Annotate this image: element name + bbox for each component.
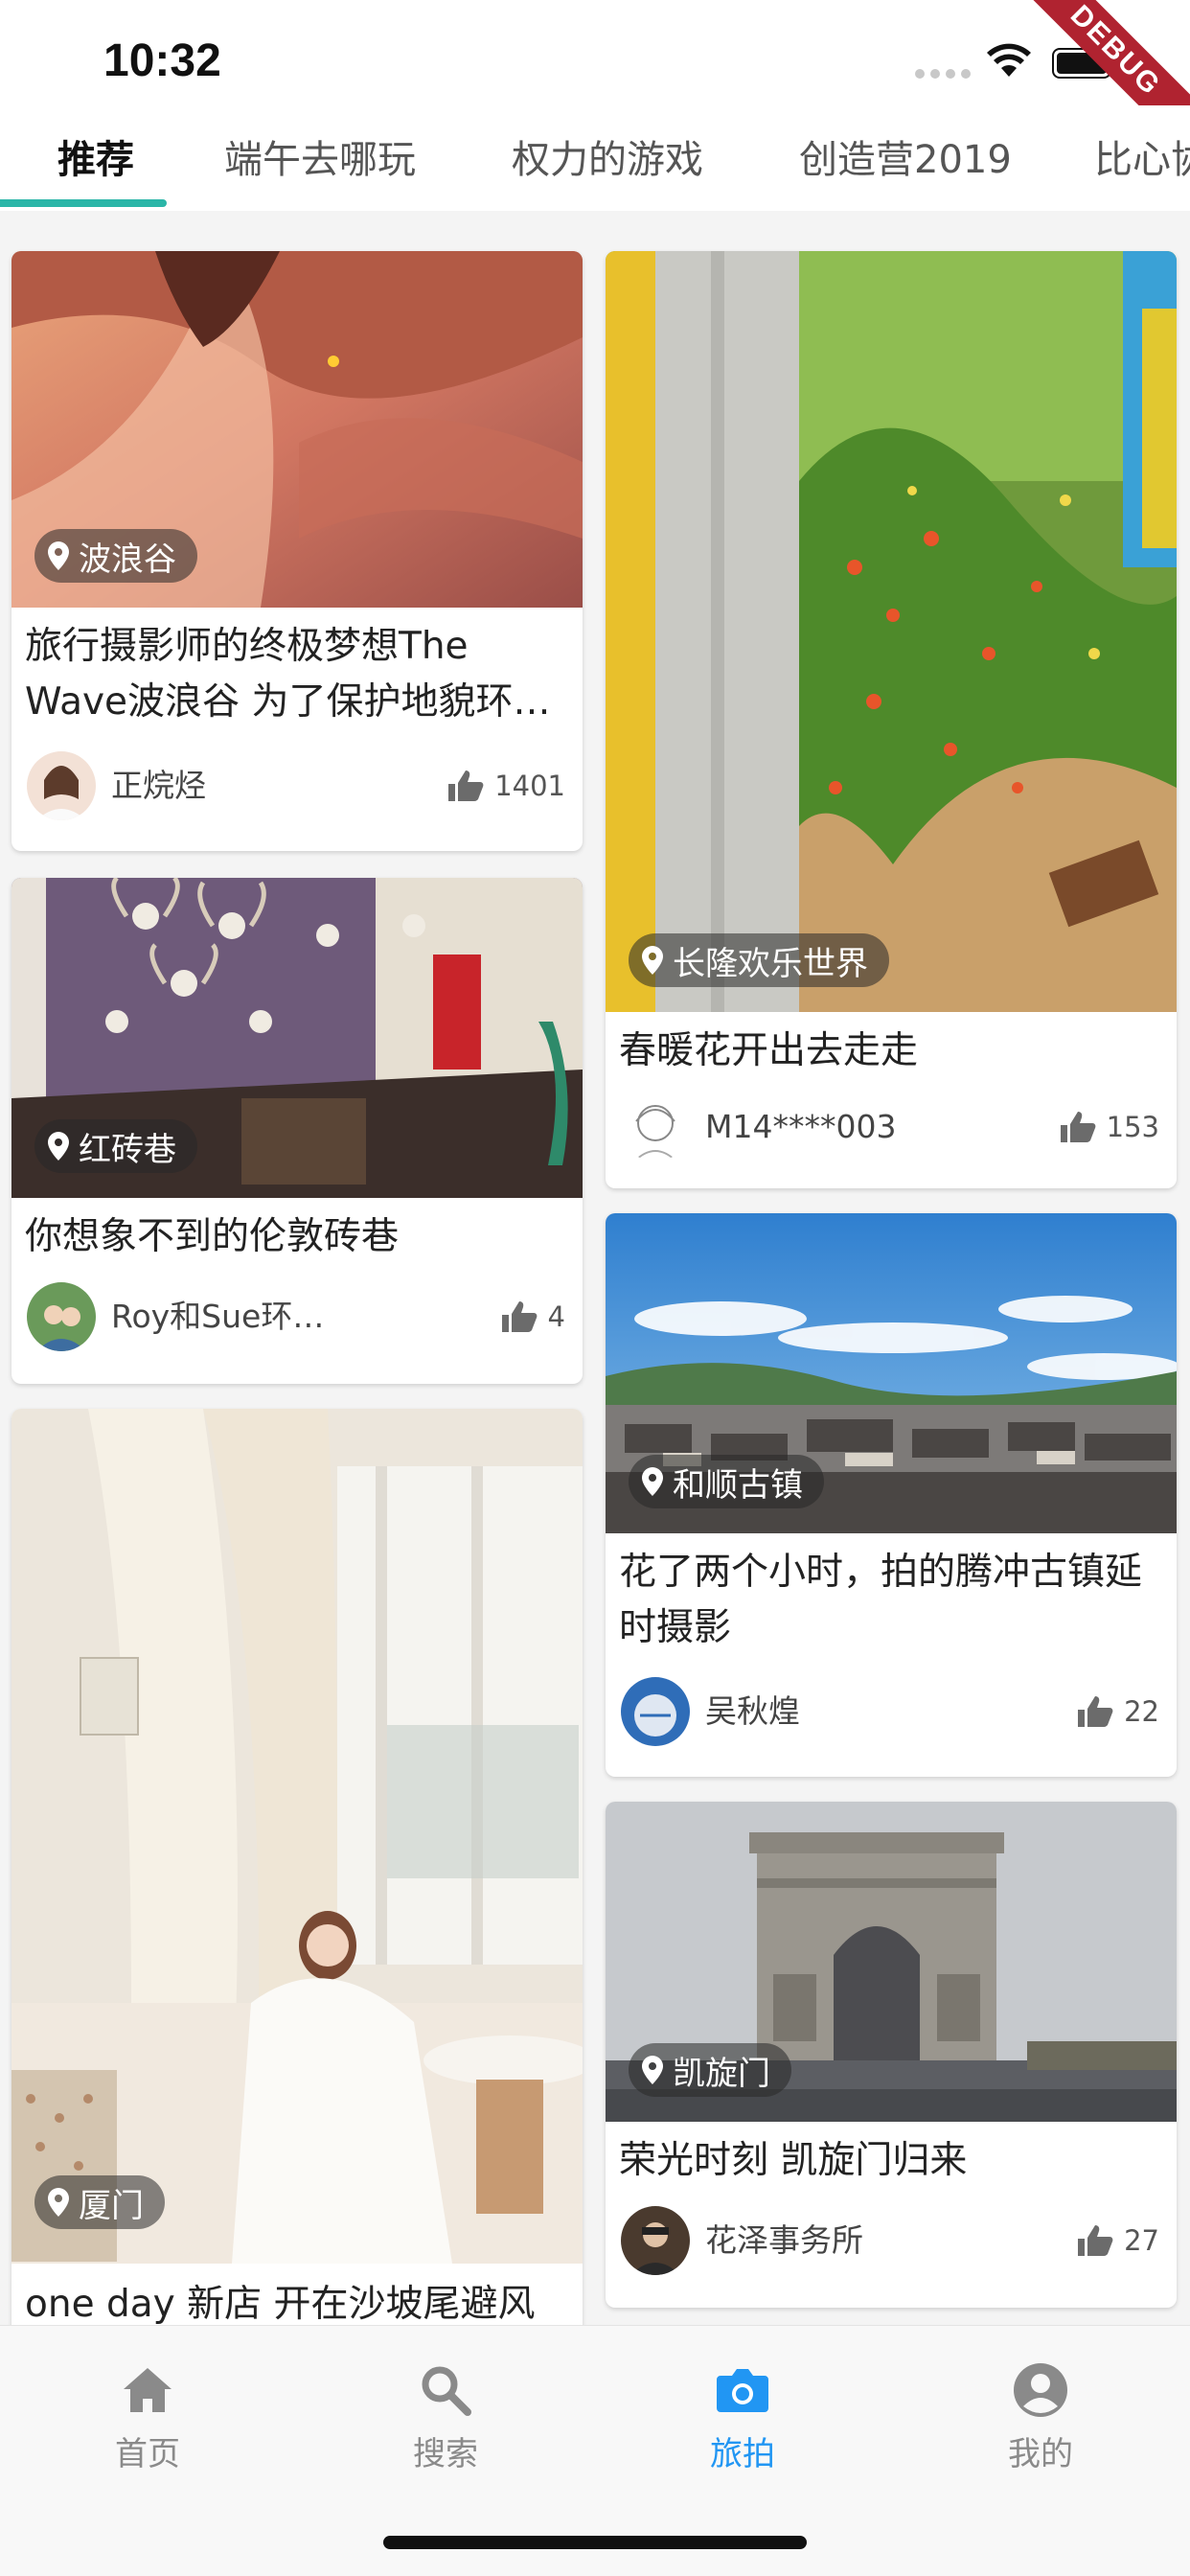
feed-card[interactable]: 和顺古镇 花了两个小时，拍的腾冲古镇延时摄影 吴秋煌 22 <box>606 1213 1177 1777</box>
card-title: 你想象不到的伦敦砖巷 <box>25 1215 400 1258</box>
author-name: 正烷烃 <box>111 767 206 804</box>
author-name: 吴秋煌 <box>705 1692 800 1730</box>
location-label: 长隆欢乐世界 <box>673 944 868 983</box>
location-pin-icon <box>642 946 663 975</box>
location-pin-icon <box>48 2188 69 2217</box>
like-count-label: 1401 <box>494 770 565 802</box>
nav-profile-label: 我的 <box>1008 2435 1073 2473</box>
feed-card[interactable]: 红砖巷 你想象不到的伦敦砖巷 Roy和Sue环… 4 <box>11 878 583 1384</box>
nav-profile[interactable]: 我的 <box>945 2360 1136 2474</box>
location-pin-icon <box>642 1467 663 1496</box>
card-title: 旅行摄影师的终极梦想The Wave波浪谷 为了保护地貌环… <box>25 625 551 724</box>
location-pin-icon <box>642 2056 663 2084</box>
location-label: 和顺古镇 <box>673 1465 803 1505</box>
location-label: 红砖巷 <box>79 1130 176 1169</box>
thumb-up-icon <box>1060 1112 1096 1142</box>
avatar <box>27 751 96 820</box>
location-tag: 红砖巷 <box>34 1119 197 1173</box>
author-name: M14****003 <box>705 1108 897 1145</box>
tab-game-of-thrones[interactable]: 权力的游戏 <box>512 128 703 184</box>
avatar <box>621 2206 690 2275</box>
location-label: 波浪谷 <box>79 540 176 579</box>
tab-dragon-boat[interactable]: 端午去哪玩 <box>224 128 416 184</box>
card-photo-xiamen-cafe <box>11 1409 583 2264</box>
avatar <box>621 1677 690 1746</box>
camera-icon <box>717 2369 768 2412</box>
status-time: 10:32 <box>103 35 221 86</box>
like-count[interactable]: 22 <box>1076 1677 1159 1746</box>
nav-home[interactable]: 首页 <box>52 2360 243 2474</box>
card-photo-garden <box>606 251 1177 1012</box>
cellular-signal-icon <box>915 69 971 79</box>
nav-search[interactable]: 搜索 <box>350 2360 541 2474</box>
location-pin-icon <box>48 541 69 570</box>
thumb-up-icon <box>1078 2225 1113 2256</box>
tab-bixin[interactable]: 比心协 <box>1094 128 1190 184</box>
author-name: 花泽事务所 <box>705 2221 863 2259</box>
tab-recommend[interactable]: 推荐 <box>57 128 134 184</box>
card-title: 荣光时刻 凯旋门归来 <box>619 2139 968 2182</box>
card-title: 春暖花开出去走走 <box>619 1029 919 1072</box>
feed-card[interactable]: 凯旋门 荣光时刻 凯旋门归来 花泽事务所 27 <box>606 1802 1177 2308</box>
like-count[interactable]: 27 <box>1076 2206 1159 2275</box>
card-title: 花了两个小时，拍的腾冲古镇延时摄影 <box>619 1551 1143 1649</box>
location-tag: 和顺古镇 <box>629 1455 824 1508</box>
wifi-icon <box>987 43 1031 77</box>
like-count[interactable]: 1401 <box>446 751 565 820</box>
like-count[interactable]: 4 <box>500 1282 565 1351</box>
nav-home-label: 首页 <box>115 2435 180 2473</box>
location-tag: 凯旋门 <box>629 2043 791 2097</box>
nav-travel-photo-label: 旅拍 <box>710 2435 775 2473</box>
status-bar: 10:32 DEBUG <box>0 0 1190 169</box>
home-icon <box>124 2368 172 2412</box>
tab-indicator <box>0 199 167 207</box>
like-count-label: 153 <box>1106 1111 1159 1143</box>
like-count-label: 22 <box>1124 1695 1159 1728</box>
author-name: Roy和Sue环… <box>111 1298 325 1335</box>
location-pin-icon <box>48 1132 69 1161</box>
nav-travel-photo[interactable]: 旅拍 <box>647 2360 838 2474</box>
like-count[interactable]: 153 <box>1059 1092 1159 1162</box>
location-label: 凯旋门 <box>673 2054 770 2093</box>
home-indicator <box>383 2536 807 2549</box>
account-icon <box>1014 2363 1067 2417</box>
feed-card[interactable]: 长隆欢乐世界 春暖花开出去走走 M14****003 153 <box>606 251 1177 1188</box>
avatar <box>27 1282 96 1351</box>
location-label: 厦门 <box>79 2186 144 2225</box>
feed-card[interactable]: 波浪谷 旅行摄影师的终极梦想The Wave波浪谷 为了保护地貌环… 正烷烃 1… <box>11 251 583 851</box>
category-tab-bar: 推荐 端午去哪玩 权力的游戏 创造营2019 比心协 <box>0 105 1190 211</box>
search-icon <box>422 2366 471 2416</box>
thumb-up-icon <box>1078 1696 1113 1727</box>
location-tag: 厦门 <box>34 2175 165 2229</box>
like-count-label: 27 <box>1124 2224 1159 2257</box>
location-tag: 长隆欢乐世界 <box>629 933 889 987</box>
location-tag: 波浪谷 <box>34 529 197 583</box>
tab-produce-camp[interactable]: 创造营2019 <box>799 128 1012 184</box>
nav-search-label: 搜索 <box>413 2435 478 2473</box>
thumb-up-icon <box>501 1301 537 1332</box>
avatar <box>621 1092 690 1162</box>
feed-card[interactable]: 厦门 one day 新店 开在沙坡尾避风 <box>11 1409 583 2367</box>
thumb-up-icon <box>448 770 484 801</box>
like-count-label: 4 <box>547 1300 565 1333</box>
